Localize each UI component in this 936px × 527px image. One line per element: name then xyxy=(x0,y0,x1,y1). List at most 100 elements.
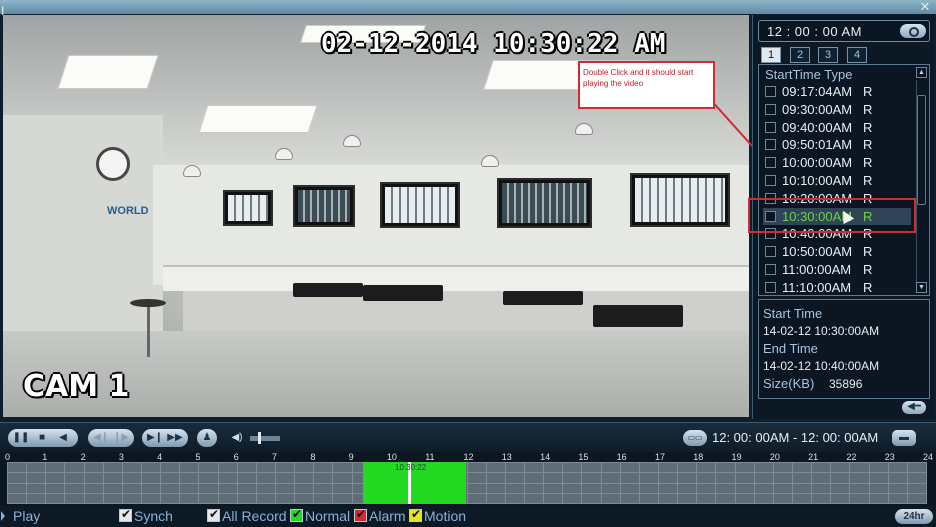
row-checkbox[interactable] xyxy=(765,263,776,275)
timeline-tick-label: 3 xyxy=(118,452,124,462)
search-icon[interactable] xyxy=(900,24,926,38)
list-item[interactable]: 10:10:00AM R xyxy=(763,172,911,190)
timeline-hour-labels: 0 1 2 3 4 5 6 7 8 9 10 11 12 13 14 15 16 17 18 19 20 21 22 23 24 xyxy=(0,452,936,462)
normal-checkbox[interactable] xyxy=(290,507,303,522)
tab-channel-3[interactable]: 3 xyxy=(818,47,838,63)
alarm-checkbox[interactable] xyxy=(354,507,367,522)
timeline-tick-label: 8 xyxy=(310,452,316,462)
display-monitor xyxy=(497,178,592,228)
row-checkbox[interactable] xyxy=(765,174,776,186)
stool xyxy=(130,299,166,359)
timeline[interactable]: 0 1 2 3 4 5 6 7 8 9 10 11 12 13 14 15 16 17 18 19 20 21 22 23 24… xyxy=(0,452,936,506)
all-record-checkbox[interactable] xyxy=(207,507,220,522)
start-time-label: Start Time xyxy=(763,306,823,321)
timeline-tick-label: 6 xyxy=(233,452,239,462)
speed-group: ▶❙ ▶▶ xyxy=(142,429,188,447)
row-checkbox[interactable] xyxy=(765,246,776,258)
normal-label: Normal xyxy=(305,508,351,524)
file-info: Start Time 14-02-12 10:30:00AM End Time … xyxy=(758,299,930,399)
row-type: R xyxy=(863,172,873,188)
slow-icon[interactable]: ▶❙ xyxy=(146,430,164,446)
timeline-grid-row xyxy=(7,462,926,463)
playhead-time-label: 10:30:22 xyxy=(395,463,427,472)
list-item[interactable]: 11:00:00AM R xyxy=(763,261,911,279)
motion-checkbox[interactable] xyxy=(409,507,422,522)
timeline-tick-label: 16 xyxy=(616,452,627,462)
timeline-grid-line xyxy=(926,462,927,504)
reverse-play-icon[interactable]: ◀ xyxy=(54,430,72,446)
row-checkbox[interactable] xyxy=(765,139,776,151)
time-range-icon[interactable]: ▭▭ xyxy=(683,430,707,446)
tab-channel-1[interactable]: 1 xyxy=(761,47,781,63)
list-item[interactable]: 10:50:00AM R xyxy=(763,243,911,261)
row-start-time: 09:40:00AM xyxy=(782,119,853,135)
step-forward-icon[interactable]: ❙▶ xyxy=(112,430,130,446)
scroll-up-icon[interactable]: ▲ xyxy=(916,67,927,78)
list-item[interactable]: 09:40:00AM R xyxy=(763,119,911,137)
title-bar: ✕ xyxy=(0,0,936,14)
camera-icon xyxy=(481,155,499,167)
fast-forward-icon[interactable]: ▶▶ xyxy=(166,430,184,446)
row-start-time: 10:50:00AM xyxy=(782,244,853,260)
row-type: R xyxy=(863,155,873,171)
list-item[interactable]: 11:10:00AM R xyxy=(763,279,911,295)
timeline-tick-label: 23 xyxy=(884,452,895,462)
scroll-down-icon[interactable]: ▼ xyxy=(916,282,927,293)
row-checkbox[interactable] xyxy=(765,86,776,97)
row-checkbox[interactable] xyxy=(765,103,776,115)
volume-thumb[interactable] xyxy=(258,432,261,444)
person-button[interactable]: ♟ xyxy=(197,429,217,447)
timeline-tick-label: 17 xyxy=(654,452,665,462)
clip-button[interactable]: ▬ xyxy=(892,430,916,446)
timeline-tick-label: 5 xyxy=(195,452,201,462)
row-checkbox[interactable] xyxy=(765,157,776,169)
alarm-label: Alarm xyxy=(369,508,406,524)
stop-icon[interactable]: ■ xyxy=(33,430,51,446)
list-item[interactable]: 09:30:00AM R xyxy=(763,101,911,119)
row-type: R xyxy=(863,137,873,153)
timeline-grid-row xyxy=(7,503,926,504)
synch-checkbox[interactable] xyxy=(119,507,132,522)
file-size-label: Size(KB) xyxy=(763,376,815,391)
list-item[interactable]: 09:50:01AM R xyxy=(763,136,911,154)
timeline-tick-label: 0 xyxy=(5,452,11,462)
dvr-unit xyxy=(593,305,683,327)
tab-channel-2[interactable]: 2 xyxy=(790,47,810,63)
frame-step-group: ◀❙ ❙▶ xyxy=(88,429,134,447)
timeline-tick-label: 10 xyxy=(386,452,397,462)
tab-channel-4[interactable]: 4 xyxy=(847,47,867,63)
search-time-field[interactable]: 12 : 00 : 00 AM xyxy=(758,20,930,42)
row-type: R xyxy=(863,261,873,277)
row-checkbox[interactable] xyxy=(765,121,776,133)
volume-slider[interactable] xyxy=(250,436,280,441)
playback-window: ✕ I WORLD 02-12-2014 10:30:22 AM CAM 1 D… xyxy=(0,0,936,527)
speaker-icon[interactable]: ◀) xyxy=(228,430,246,446)
row-checkbox[interactable] xyxy=(765,281,776,293)
file-size-value: 35896 xyxy=(829,377,863,391)
timeline-grid-row xyxy=(7,472,926,473)
list-item[interactable]: 09:17:04AM R xyxy=(763,83,911,101)
timeline-tick-label: 9 xyxy=(348,452,354,462)
annotation-callout: Double Click and it should start playing… xyxy=(578,61,715,109)
time-range-text[interactable]: 12: 00: 00AM - 12: 00: 00AM xyxy=(712,430,878,445)
camera-icon xyxy=(343,135,361,147)
pause-icon[interactable]: ❚❚ xyxy=(12,430,30,446)
search-time-value[interactable]: 12 : 00 : 00 AM xyxy=(767,24,862,39)
dvr-unit xyxy=(293,283,363,297)
timeline-tick-label: 15 xyxy=(578,452,589,462)
play-mode-label[interactable]: Play xyxy=(13,508,40,524)
legend-bar: Play Synch All Record Normal Alarm Motio… xyxy=(0,506,936,527)
step-back-icon[interactable]: ◀❙ xyxy=(92,430,110,446)
camera-icon xyxy=(275,148,293,160)
motion-label: Motion xyxy=(424,508,467,524)
close-icon[interactable]: ✕ xyxy=(918,0,932,14)
dvr-unit xyxy=(503,291,583,305)
24hr-button[interactable]: 24hr xyxy=(895,509,933,524)
list-item[interactable]: 10:00:00AM R xyxy=(763,154,911,172)
back-button[interactable]: ◀━ xyxy=(902,401,926,414)
record-file-list[interactable]: StartTime Type ▲ ▼ 09:17:04AM R 09:30:00AM… xyxy=(758,64,930,296)
osd-camera-name: CAM 1 xyxy=(23,369,130,404)
video-counter xyxy=(163,265,749,291)
scrollbar-thumb[interactable] xyxy=(917,95,926,205)
row-start-time: 11:00:00AM xyxy=(782,261,852,277)
